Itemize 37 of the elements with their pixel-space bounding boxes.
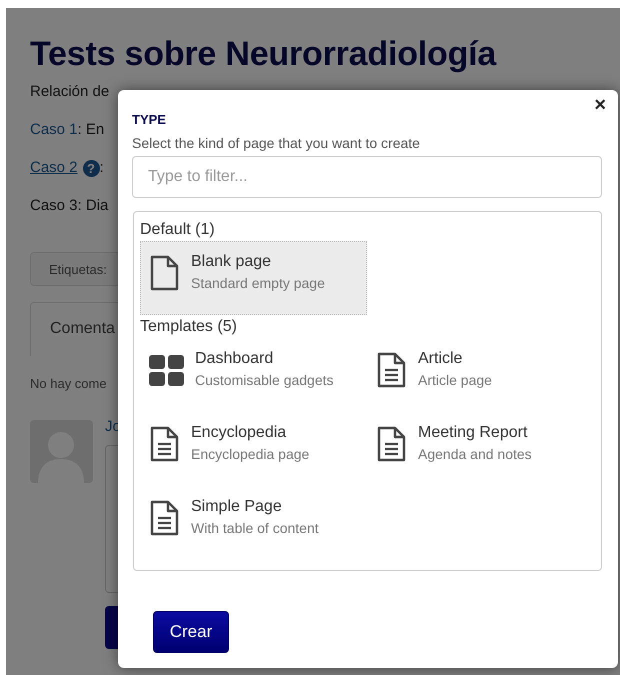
modal-subtitle: Select the kind of page that you want to create bbox=[132, 134, 421, 152]
case-text: : bbox=[100, 158, 104, 178]
no-comments-text: No hay come bbox=[30, 376, 107, 391]
text-document-icon bbox=[376, 426, 407, 462]
option-title: Meeting Report bbox=[418, 423, 528, 443]
case-link[interactable]: Caso 1 bbox=[30, 120, 78, 140]
help-icon[interactable]: ? bbox=[82, 160, 100, 176]
text-document-icon bbox=[149, 426, 180, 462]
option-title: Encyclopedia bbox=[191, 423, 288, 443]
page-type-option[interactable]: Blank page Standard empty page bbox=[140, 241, 367, 315]
option-description: Customisable gadgets bbox=[195, 371, 334, 390]
option-title: Dashboard bbox=[195, 349, 274, 369]
page-type-option[interactable]: Simple Page With table of content bbox=[140, 486, 367, 560]
case-text: : En bbox=[78, 120, 104, 140]
intro-text: Relación de bbox=[30, 82, 110, 102]
text-document-icon bbox=[149, 500, 180, 536]
page-type-option[interactable]: Meeting Report Agenda and notes bbox=[367, 412, 594, 486]
section-heading: Default (1) bbox=[140, 220, 216, 240]
option-description: Encyclopedia page bbox=[191, 445, 310, 464]
create-button[interactable]: Crear bbox=[153, 611, 229, 653]
text-document-icon bbox=[376, 352, 407, 388]
blank-document-icon bbox=[149, 255, 180, 291]
page-type-option[interactable]: Encyclopedia Encyclopedia page bbox=[140, 412, 367, 486]
option-title: Article bbox=[418, 349, 464, 369]
case-text: Caso 3: Dia bbox=[30, 196, 108, 216]
modal-heading: TYPE bbox=[132, 112, 167, 128]
option-description: Article page bbox=[418, 371, 492, 390]
case-link[interactable]: Caso 2 bbox=[30, 158, 78, 178]
grid-icon bbox=[149, 352, 184, 388]
option-description: Agenda and notes bbox=[418, 445, 532, 464]
option-description: With table of content bbox=[191, 519, 319, 538]
option-title: Blank page bbox=[191, 252, 272, 272]
page-title: Tests sobre Neurorradiología bbox=[30, 34, 498, 75]
option-title: Simple Page bbox=[191, 497, 283, 517]
close-button[interactable]: × bbox=[592, 94, 608, 117]
page-type-option[interactable]: Article Article page bbox=[367, 338, 594, 412]
filter-field[interactable]: Type to filter... bbox=[132, 156, 602, 198]
